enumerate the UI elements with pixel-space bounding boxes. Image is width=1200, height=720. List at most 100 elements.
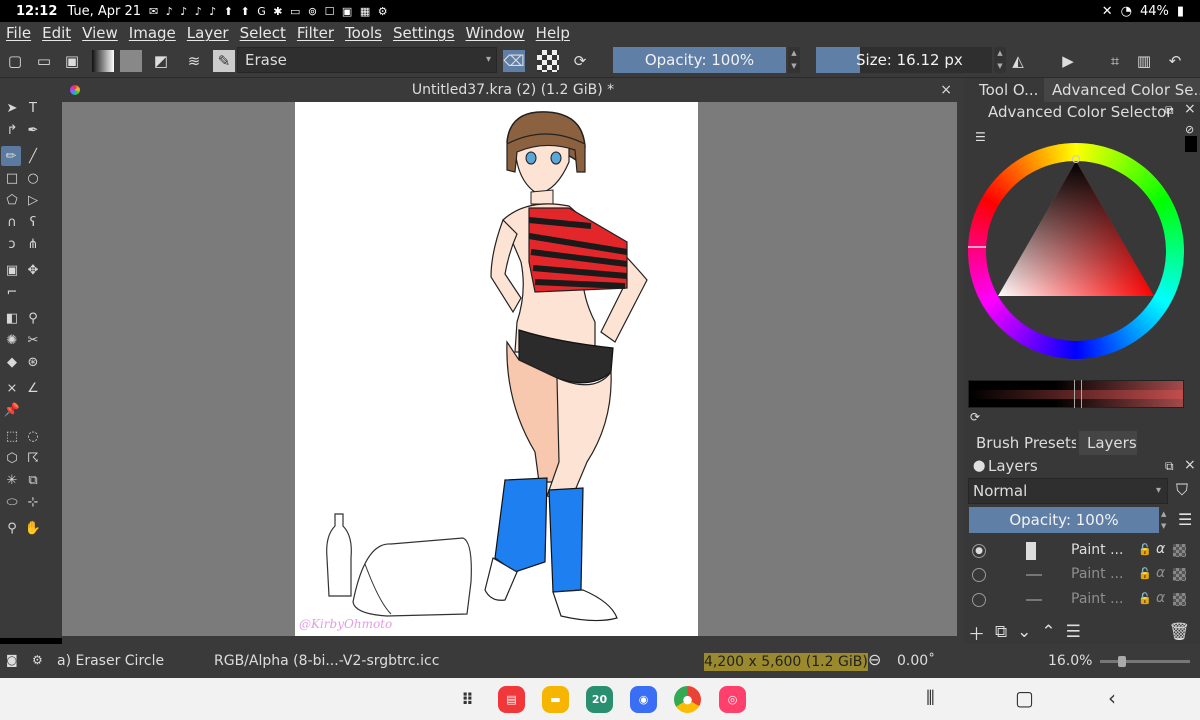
bezier-tool-icon[interactable]: ∩ bbox=[2, 212, 22, 232]
brush-icon[interactable]: ⚙ bbox=[32, 653, 43, 667]
chrome-app-icon[interactable]: ● bbox=[674, 686, 701, 713]
document-tab[interactable]: Untitled37.kra (2) (1.2 GiB) * × bbox=[62, 78, 964, 102]
menu-select[interactable]: Select bbox=[240, 24, 286, 42]
rectangular-selection-tool-icon[interactable]: ⬚ bbox=[2, 426, 22, 446]
freehand-selection-tool-icon[interactable]: ☈ bbox=[23, 448, 43, 468]
select-shapes-tool-icon[interactable]: ➤ bbox=[2, 98, 22, 118]
filter-icon[interactable]: ⛉ bbox=[1176, 480, 1188, 500]
layer-row[interactable]: Paint ... 🔓 α bbox=[968, 588, 1188, 612]
float-panel-icon[interactable]: ⧉ bbox=[1165, 103, 1174, 118]
opacity-slider[interactable]: Opacity: 100% bbox=[613, 47, 786, 73]
files-app-icon[interactable]: ▬ bbox=[542, 686, 569, 713]
opacity-spin-buttons[interactable]: ▲ ▼ bbox=[788, 47, 800, 73]
polygon-tool-icon[interactable]: ⬠ bbox=[2, 190, 22, 210]
colorize-mask-tool-icon[interactable]: ✺ bbox=[2, 330, 22, 350]
save-document-icon[interactable]: ▣ bbox=[61, 50, 83, 72]
close-icon[interactable]: × bbox=[1184, 101, 1196, 117]
lock-icon[interactable]: 🔓 bbox=[1138, 567, 1152, 580]
smart-patch-tool-icon[interactable]: ✂ bbox=[23, 330, 43, 350]
lock-icon[interactable]: 🔓 bbox=[1138, 543, 1152, 556]
panel-menu-icon[interactable]: ⬤ bbox=[973, 459, 985, 472]
edit-shapes-tool-icon[interactable]: ↱ bbox=[2, 120, 22, 140]
lock-icon[interactable]: 🔓 bbox=[1138, 592, 1152, 605]
inherit-alpha-icon[interactable] bbox=[1173, 544, 1186, 557]
dynamic-brush-tool-icon[interactable]: ↄ bbox=[2, 234, 22, 254]
fill-tool-icon[interactable]: ◆ bbox=[2, 352, 22, 372]
visibility-eye-icon[interactable]: ● bbox=[972, 544, 986, 558]
alpha-lock-icon[interactable]: α bbox=[1156, 590, 1165, 606]
reload-preset-icon[interactable]: ⟳ bbox=[569, 50, 591, 72]
float-panel-icon[interactable]: ⧉ bbox=[1165, 459, 1174, 474]
alpha-lock-icon[interactable]: α bbox=[1156, 541, 1165, 557]
messages-app-icon[interactable]: ◉ bbox=[630, 686, 657, 713]
color-history-strip[interactable] bbox=[968, 380, 1184, 408]
color-strip-handle[interactable] bbox=[1074, 380, 1082, 408]
menu-tools[interactable]: Tools bbox=[345, 24, 382, 42]
mirror-vertical-icon[interactable]: ▶ bbox=[1057, 50, 1079, 72]
inherit-alpha-icon[interactable] bbox=[1173, 568, 1186, 581]
canvas-vertical-scrollbar[interactable] bbox=[957, 102, 964, 636]
bezier-selection-tool-icon[interactable]: ⬭ bbox=[2, 492, 22, 512]
multibrush-tool-icon[interactable]: ⋔ bbox=[23, 234, 43, 254]
pattern-icon[interactable] bbox=[120, 50, 142, 72]
magnetic-selection-tool-icon[interactable]: ⊹ bbox=[23, 492, 43, 512]
similar-selection-tool-icon[interactable]: ⧉ bbox=[23, 470, 43, 490]
pan-tool-icon[interactable]: ✋ bbox=[23, 518, 43, 538]
menu-window[interactable]: Window bbox=[466, 24, 525, 42]
move-tool-icon[interactable]: ✥ bbox=[23, 260, 43, 280]
layer-opacity-spin[interactable]: ▲ ▼ bbox=[1161, 508, 1166, 532]
tab-tool-options[interactable]: Tool O... bbox=[971, 78, 1041, 102]
tab-brush-presets[interactable]: Brush Presets bbox=[968, 431, 1076, 455]
flexcil-app-icon[interactable]: ▤ bbox=[498, 686, 525, 713]
rectangle-tool-icon[interactable]: □ bbox=[2, 168, 22, 188]
zoom-slider-knob[interactable] bbox=[1118, 656, 1126, 667]
tab-advanced-color-selector[interactable]: Advanced Color Se... bbox=[1044, 78, 1200, 102]
color-reset-icon[interactable]: ⊘ bbox=[1185, 123, 1194, 136]
ellipse-tool-icon[interactable]: ○ bbox=[23, 168, 43, 188]
menu-edit[interactable]: Edit bbox=[42, 24, 71, 42]
canvas-paper[interactable]: @KirbyOhmoto bbox=[295, 102, 698, 636]
menu-file[interactable]: File bbox=[6, 24, 31, 42]
measure-tool-icon[interactable]: ∠ bbox=[23, 378, 43, 398]
selection-mode-icon[interactable]: ◙ bbox=[6, 653, 18, 667]
size-slider[interactable]: Size: 16.12 px bbox=[816, 47, 992, 73]
brush-settings-icon[interactable]: ≋ bbox=[183, 50, 205, 72]
canvas-horizontal-scrollbar[interactable] bbox=[62, 636, 964, 644]
freehand-path-tool-icon[interactable]: ʕ bbox=[23, 212, 43, 232]
add-layer-icon[interactable]: ＋ bbox=[968, 620, 985, 645]
rotation-icon[interactable]: ⊖ bbox=[868, 650, 881, 669]
app-drawer-icon[interactable]: ⠿ bbox=[454, 686, 481, 713]
alpha-lock-icon[interactable]: α bbox=[1156, 565, 1165, 581]
move-layer-down-icon[interactable]: ⌄ bbox=[1017, 622, 1031, 642]
menu-help[interactable]: Help bbox=[536, 24, 570, 42]
color-settings-icon[interactable]: ☰ bbox=[975, 130, 986, 144]
gradient-icon[interactable] bbox=[92, 50, 114, 72]
crop-tool-icon[interactable]: ⌐ bbox=[2, 282, 22, 302]
assistant-tool-icon[interactable]: ⨯ bbox=[2, 378, 22, 398]
polygonal-selection-tool-icon[interactable]: ⬡ bbox=[2, 448, 22, 468]
undo-icon[interactable]: ↶ bbox=[1164, 50, 1186, 72]
home-icon[interactable]: ▢ bbox=[1015, 686, 1034, 710]
menu-layer[interactable]: Layer bbox=[187, 24, 229, 42]
saturation-triangle[interactable] bbox=[968, 143, 1184, 359]
calendar-app-icon[interactable]: 20 bbox=[586, 686, 613, 713]
back-icon[interactable]: ‹ bbox=[1108, 686, 1116, 710]
menu-image[interactable]: Image bbox=[129, 24, 176, 42]
enclose-fill-tool-icon[interactable]: ⊛ bbox=[23, 352, 43, 372]
line-tool-icon[interactable]: ╱ bbox=[23, 146, 43, 166]
layer-row[interactable]: ● Paint ... 🔓 α bbox=[968, 539, 1188, 563]
duplicate-layer-icon[interactable]: ⧉ bbox=[995, 622, 1007, 642]
move-layer-up-icon[interactable]: ⌃ bbox=[1041, 622, 1055, 642]
eraser-mode-icon[interactable]: ⌫ bbox=[503, 50, 525, 72]
blend-mode-combo[interactable]: Normal ▾ bbox=[968, 478, 1168, 504]
screen-recorder-app-icon[interactable]: ◎ bbox=[719, 686, 746, 713]
tab-layers[interactable]: Layers bbox=[1079, 431, 1137, 455]
reference-images-tool-icon[interactable]: 📌 bbox=[2, 400, 22, 420]
gradient-tool-icon[interactable]: ◧ bbox=[2, 308, 22, 328]
zoom-tool-icon[interactable]: ⚲ bbox=[2, 518, 22, 538]
new-document-icon[interactable]: ▢ bbox=[4, 50, 26, 72]
open-document-icon[interactable]: ▭ bbox=[33, 50, 55, 72]
fg-bg-color-icon[interactable]: ◩ bbox=[150, 50, 172, 72]
layer-row[interactable]: Paint ... 🔓 α bbox=[968, 563, 1188, 587]
transform-tool-icon[interactable]: ▣ bbox=[2, 260, 22, 280]
